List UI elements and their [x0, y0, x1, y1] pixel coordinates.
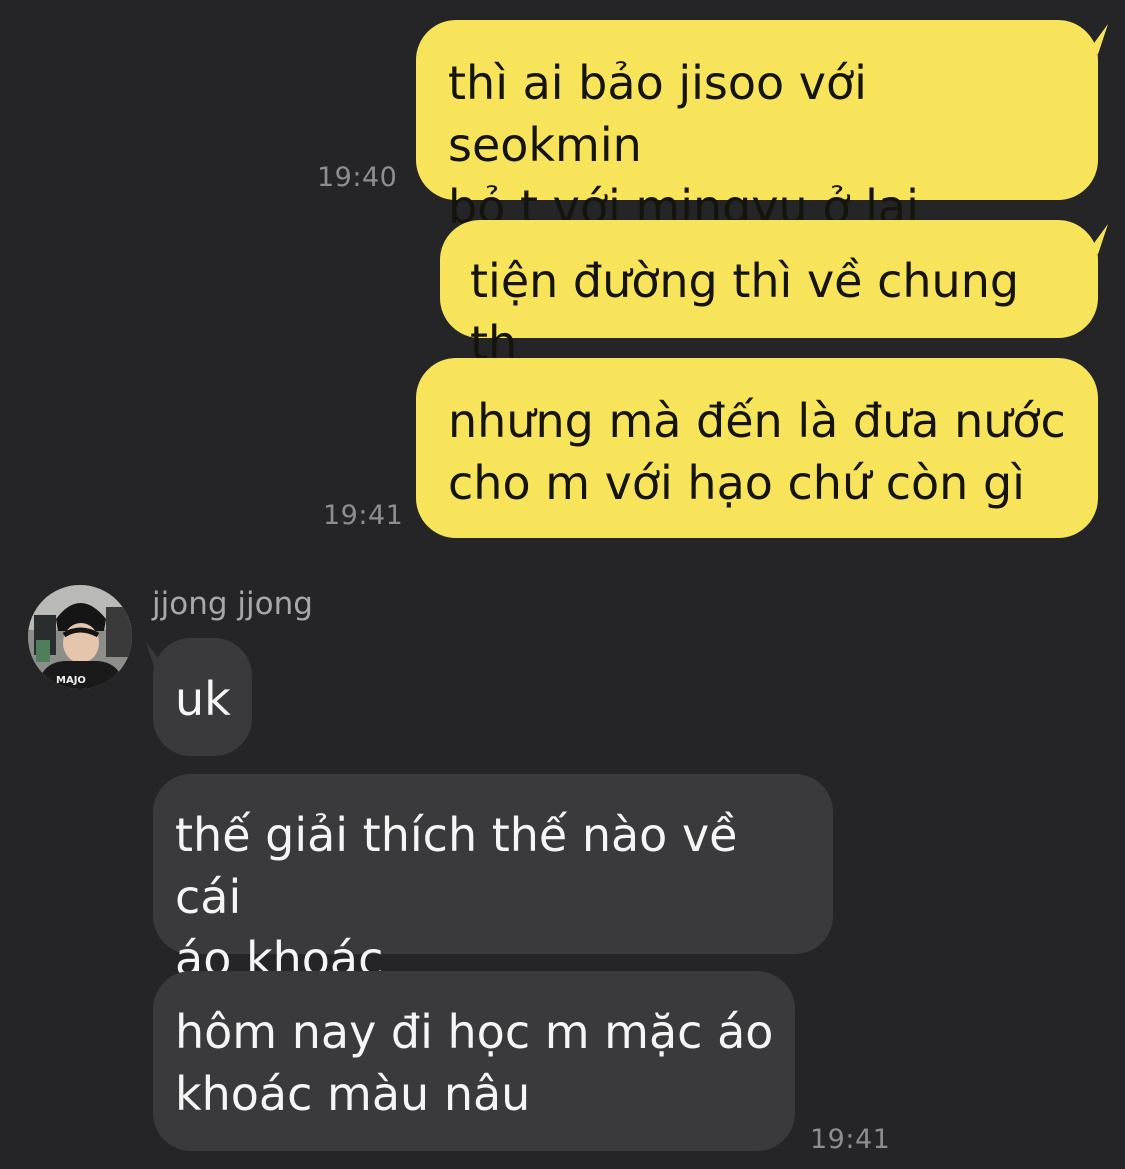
message-timestamp: 19:40: [317, 162, 398, 193]
message-timestamp: 19:41: [323, 500, 404, 531]
incoming-message[interactable]: thế giải thích thế nào về cái áo khoác: [153, 774, 833, 986]
sender-name: jjong jjong: [152, 586, 313, 622]
contact-avatar[interactable]: MAJO: [28, 585, 132, 689]
incoming-message[interactable]: hôm nay đi học m mặc áo khoác màu nâu: [153, 971, 795, 1151]
message-timestamp: 19:41: [810, 1124, 891, 1155]
outgoing-message[interactable]: nhưng mà đến là đưa nước cho m với hạo c…: [416, 358, 1098, 538]
incoming-message[interactable]: uk: [153, 638, 252, 756]
profile-photo-icon: MAJO: [28, 585, 132, 689]
outgoing-message[interactable]: tiện đường thì về chung th: [440, 220, 1098, 370]
svg-text:MAJO: MAJO: [56, 675, 86, 686]
outgoing-message[interactable]: thì ai bảo jisoo với seokmin bỏ t với mi…: [416, 20, 1098, 234]
